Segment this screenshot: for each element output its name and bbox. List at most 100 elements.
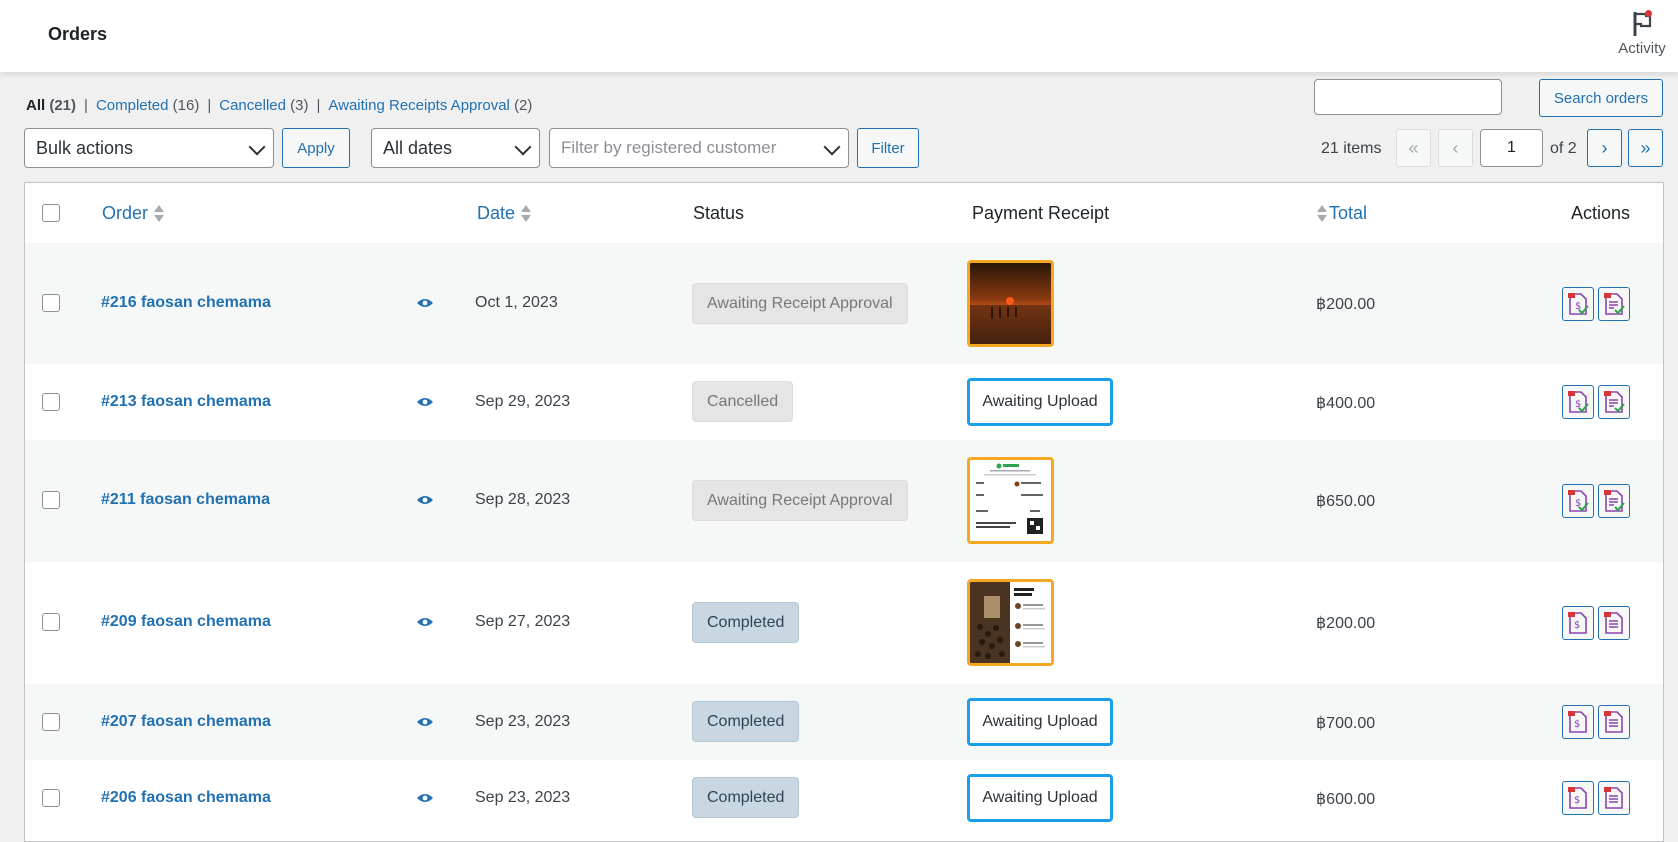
packing-slip-button[interactable]	[1598, 606, 1630, 640]
invoice-icon: $	[1568, 787, 1587, 809]
view-cancelled[interactable]: Cancelled (3)	[219, 97, 308, 114]
eye-icon[interactable]	[416, 297, 434, 309]
packing-slip-button[interactable]	[1598, 781, 1630, 815]
order-link[interactable]: #211 faosan chemama	[101, 491, 270, 509]
orders-table: Order Date Status Payment Receipt Total …	[24, 182, 1664, 842]
activity-label: Activity	[1618, 40, 1666, 57]
sort-icon	[154, 205, 165, 223]
last-page-button[interactable]: »	[1628, 129, 1663, 167]
packing-slip-icon	[1604, 490, 1625, 512]
order-link[interactable]: #216 faosan chemama	[101, 294, 271, 312]
sort-icon	[521, 205, 532, 223]
table-row: #211 faosan chemama Sep 28, 2023 Awaitin…	[25, 440, 1663, 562]
chevron-down-icon	[823, 138, 841, 156]
order-date: Sep 28, 2023	[475, 491, 571, 508]
eye-icon[interactable]	[416, 716, 434, 728]
view-awaiting-receipts[interactable]: Awaiting Receipts Approval (2)	[328, 97, 532, 114]
table-header: Order Date Status Payment Receipt Total …	[25, 183, 1663, 244]
eye-icon[interactable]	[416, 792, 434, 804]
status-badge: Completed	[692, 701, 800, 742]
row-checkbox[interactable]	[42, 789, 60, 807]
table-row: #213 faosan chemama Sep 29, 2023 Cancell…	[25, 364, 1663, 440]
column-date[interactable]: Date	[477, 203, 532, 224]
search-orders-button[interactable]: Search orders	[1539, 79, 1663, 117]
packing-slip-icon	[1604, 293, 1625, 315]
table-row: #207 faosan chemama Sep 23, 2023 Complet…	[25, 684, 1663, 760]
row-checkbox[interactable]	[42, 294, 60, 312]
column-actions: Actions	[1571, 203, 1631, 223]
order-date: Oct 1, 2023	[475, 294, 558, 311]
status-badge: Awaiting Receipt Approval	[692, 480, 908, 521]
invoice-icon: $	[1568, 391, 1589, 413]
row-checkbox[interactable]	[42, 491, 60, 509]
search-input[interactable]	[1314, 79, 1502, 115]
column-total[interactable]: Total	[1317, 203, 1367, 224]
order-date: Sep 29, 2023	[475, 393, 571, 410]
total-pages: of 2	[1550, 140, 1577, 157]
row-checkbox[interactable]	[42, 613, 60, 631]
view-completed[interactable]: Completed (16)	[96, 97, 199, 114]
order-total: ฿700.00	[1316, 715, 1376, 732]
column-status: Status	[693, 203, 745, 223]
packing-slip-icon	[1604, 711, 1623, 733]
packing-slip-button[interactable]	[1598, 287, 1630, 321]
first-page-button: «	[1396, 129, 1431, 167]
awaiting-upload-box: Awaiting Upload	[967, 774, 1113, 822]
order-date: Sep 23, 2023	[475, 713, 571, 730]
column-order[interactable]: Order	[102, 203, 165, 224]
apply-button[interactable]: Apply	[282, 128, 350, 168]
invoice-button[interactable]: $	[1562, 287, 1594, 321]
order-total: ฿200.00	[1316, 615, 1376, 632]
packing-slip-button[interactable]	[1598, 705, 1630, 739]
receipt-image-thumbnail[interactable]	[967, 260, 1054, 347]
table-row: #216 faosan chemama Oct 1, 2023 Awaiting…	[25, 243, 1663, 364]
packing-slip-icon	[1604, 612, 1623, 634]
order-link[interactable]: #209 faosan chemama	[101, 613, 271, 631]
select-all-checkbox[interactable]	[42, 204, 60, 222]
packing-slip-icon	[1604, 787, 1623, 809]
order-total: ฿200.00	[1316, 296, 1376, 313]
row-checkbox[interactable]	[42, 393, 60, 411]
activity-button[interactable]: Activity	[1612, 8, 1672, 57]
bulk-actions-select[interactable]: Bulk actions	[24, 128, 274, 168]
receipt-image-thumbnail[interactable]	[967, 579, 1054, 666]
invoice-icon: $	[1568, 490, 1589, 512]
invoice-button[interactable]: $	[1562, 705, 1594, 739]
packing-slip-icon	[1604, 391, 1625, 413]
eye-icon[interactable]	[416, 396, 434, 408]
items-count: 21 items	[1321, 140, 1382, 157]
status-badge: Completed	[692, 602, 800, 643]
invoice-button[interactable]: $	[1562, 484, 1594, 518]
customer-filter-select[interactable]: Filter by registered customer	[549, 128, 849, 168]
order-total: ฿650.00	[1316, 493, 1376, 510]
svg-text:$: $	[1574, 719, 1580, 730]
order-date: Sep 27, 2023	[475, 613, 571, 630]
status-badge: Completed	[692, 777, 800, 818]
receipt-image-thumbnail[interactable]	[967, 457, 1054, 544]
invoice-button[interactable]: $	[1562, 385, 1594, 419]
order-total: ฿400.00	[1316, 395, 1376, 412]
order-total: ฿600.00	[1316, 791, 1376, 808]
page-title: Orders	[48, 24, 108, 44]
packing-slip-button[interactable]	[1598, 385, 1630, 419]
packing-slip-button[interactable]	[1598, 484, 1630, 518]
status-badge: Awaiting Receipt Approval	[692, 283, 908, 324]
view-all[interactable]: All (21)	[26, 97, 76, 114]
invoice-button[interactable]: $	[1562, 606, 1594, 640]
next-page-button[interactable]: ›	[1587, 129, 1622, 167]
eye-icon[interactable]	[416, 494, 434, 506]
filter-button[interactable]: Filter	[857, 128, 919, 168]
order-link[interactable]: #206 faosan chemama	[101, 789, 271, 807]
top-header: Orders Activity	[0, 0, 1678, 72]
order-link[interactable]: #213 faosan chemama	[101, 393, 271, 411]
order-link[interactable]: #207 faosan chemama	[101, 713, 271, 731]
invoice-button[interactable]: $	[1562, 781, 1594, 815]
row-checkbox[interactable]	[42, 713, 60, 731]
table-row: #206 faosan chemama Sep 23, 2023 Complet…	[25, 760, 1663, 841]
eye-icon[interactable]	[416, 616, 434, 628]
current-page-input[interactable]: 1	[1480, 129, 1543, 167]
dates-select[interactable]: All dates	[371, 128, 540, 168]
invoice-icon: $	[1568, 711, 1587, 733]
order-date: Sep 23, 2023	[475, 789, 571, 806]
svg-text:$: $	[1574, 795, 1580, 806]
